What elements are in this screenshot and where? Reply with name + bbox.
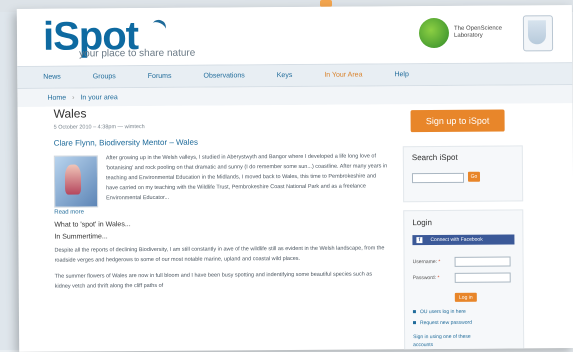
body-paragraph-1: Despite all the reports of declining Bio… [54,245,385,264]
facebook-button-label: Connect with Facebook [430,236,483,244]
nav-item-forums[interactable]: Forums [148,73,172,80]
author-photo [53,155,99,208]
request-password-link[interactable]: Request new password [413,320,472,326]
section-heading: What to 'spot' in Wales... [54,221,131,229]
sign-in-accounts-text[interactable]: Sign in using one of these [413,334,471,340]
ou-shield-icon [527,20,547,45]
body-paragraph-2: The summer flowers of Wales are now in f… [54,271,373,290]
bullet-icon [413,321,417,325]
swirl-icon [149,17,169,36]
nav-item-keys[interactable]: Keys [277,72,293,79]
signup-button[interactable]: Sign up to iSpot [410,109,505,133]
breadcrumb-separator: › [72,94,75,102]
nav-item-news[interactable]: News [43,74,61,81]
open-university-logo-icon[interactable] [522,15,554,52]
username-field[interactable] [454,256,511,267]
openscience-logo-icon[interactable] [418,17,450,49]
breadcrumb-current[interactable]: In your area [80,94,117,101]
sign-in-accounts-link-2[interactable]: accounts [413,342,433,348]
required-mark: * [437,274,440,282]
post-subheading-link[interactable]: Clare Flynn, Biodiversity Mentor – Wales [54,136,394,148]
password-field[interactable] [454,272,511,283]
search-go-button[interactable]: Go [467,171,481,182]
search-title: Search iSpot [411,152,458,163]
password-label-text: Password: [412,275,437,282]
openscience-label[interactable]: The OpenScience Laboratory [454,25,514,39]
site-tagline: your place to share nature [79,47,196,60]
breadcrumb: Home › In your area [17,85,573,107]
required-mark: * [438,258,441,266]
nav-item-groups[interactable]: Groups [93,73,116,80]
breadcrumb-home[interactable]: Home [47,94,66,101]
nav-item-help[interactable]: Help [394,71,408,78]
facebook-icon: f [416,237,423,244]
request-password-link-text[interactable]: Request new password [420,320,472,326]
sign-in-accounts-link[interactable]: Sign in using one of these [413,334,471,340]
person-figure [64,164,82,195]
ou-login-link-text[interactable]: OU users log in here [420,309,466,315]
page-title: Wales [53,106,87,121]
facebook-connect-button[interactable]: f Connect with Facebook [412,234,515,246]
bullet-icon [412,310,416,314]
season-heading: In Summertime... [54,233,108,241]
read-more-link[interactable]: Read more [54,207,394,215]
search-panel: Search iSpot Go [402,145,524,203]
ou-login-link[interactable]: OU users log in here [412,309,466,315]
site-header: iSpot your place to share nature The Ope… [16,5,573,66]
post-intro-text: After growing up in the Welsh valleys, I… [105,153,388,202]
login-title: Login [412,218,432,228]
browser-window: iSpot your place to share nature The Ope… [16,5,573,352]
login-button[interactable]: Log in [454,292,477,302]
username-label-text: Username: [412,259,438,266]
search-input[interactable] [411,172,465,184]
username-label: Username: * [413,259,441,265]
nav-item-observations[interactable]: Observations [203,72,244,79]
main-content: Wales 5 October 2010 – 4:38pm — wimtech … [45,104,396,347]
sign-in-accounts-text-2[interactable]: accounts [413,342,433,348]
login-panel: Login f Connect with Facebook Username: … [403,209,525,352]
post-intro: After growing up in the Welsh valleys, I… [53,151,394,208]
password-label: Password: * [413,275,440,281]
post-meta: 5 October 2010 – 4:38pm — wimtech [53,124,145,131]
nav-item-in-your-area[interactable]: In Your Area [324,72,362,79]
